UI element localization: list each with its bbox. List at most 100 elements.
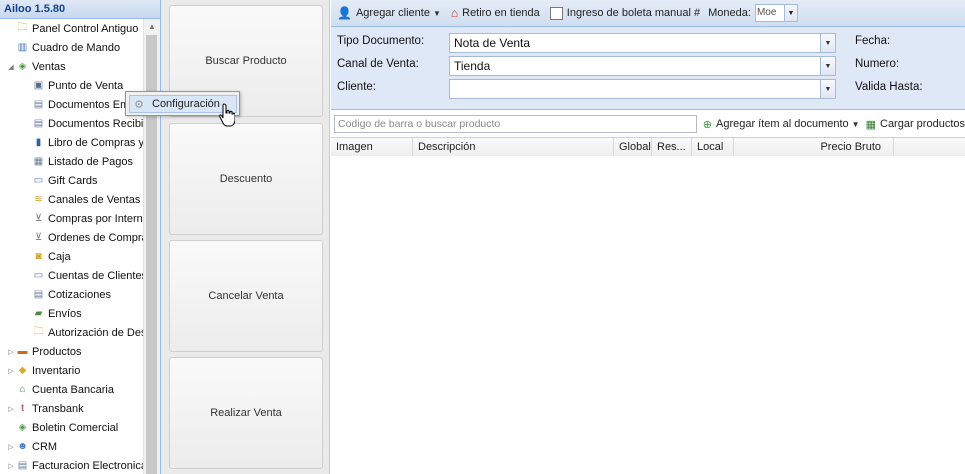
canal-venta-label: Canal de Venta: (337, 58, 419, 70)
navigation-tree: 🗀 Panel Control Antiguo ▥ Cuadro de Mando ◢ ◈… (0, 19, 143, 474)
tree-item-caja[interactable]: ◙ Caja (0, 247, 143, 266)
moneda-select[interactable]: Moe (754, 4, 785, 22)
spreadsheet-icon: ▦ (865, 118, 876, 131)
tree-item-documentos-recibi[interactable]: ▤ Documentos Recibi (0, 114, 143, 133)
hand-cursor-icon (219, 103, 235, 127)
bank-icon: ⌂ (19, 384, 26, 395)
transbank-icon: t (21, 403, 24, 414)
column-header-reservado[interactable]: Res... (652, 138, 692, 156)
tree-item-label: Inventario (32, 364, 81, 377)
tree-item-cuadro-de-mando[interactable]: ▥ Cuadro de Mando (0, 38, 143, 57)
users-icon: ☻ (17, 441, 28, 452)
tree-item-label: Documentos Recibi (48, 117, 143, 130)
tree-item-cotizaciones[interactable]: ▤ Cotizaciones (0, 285, 143, 304)
document-icon: ▤ (17, 460, 28, 471)
scroll-up-icon[interactable]: ▲ (144, 22, 160, 31)
tree-item-label: Cuadro de Mando (32, 41, 121, 54)
tree-item-label: Ordenes de Compra (48, 231, 143, 244)
tree-item-label: Transbank (32, 402, 84, 415)
channels-icon: ≋ (34, 194, 43, 205)
ingreso-boleta-label: Ingreso de boleta manual # (566, 7, 701, 19)
fecha-label: Fecha: (855, 35, 891, 47)
agregar-cliente-button[interactable]: 👤 Agregar cliente ▼ (333, 2, 445, 24)
tree-item-cuentas-de-clientes[interactable]: ▭ Cuentas de Clientes (0, 266, 143, 285)
tree-item-productos[interactable]: ▷ ▬ Productos (0, 342, 143, 361)
collapsed-arrow-icon[interactable]: ▷ (6, 462, 16, 470)
action-button-column: Buscar Producto Descuento Cancelar Venta… (161, 0, 330, 474)
column-header-global[interactable]: Global (614, 138, 652, 156)
tag-icon: ◈ (18, 422, 27, 433)
dropdown-arrow-icon: ▼ (851, 119, 860, 129)
chevron-down-icon[interactable]: ▼ (784, 4, 798, 22)
tree-item-label: Compras por Interne (48, 212, 143, 225)
expanded-arrow-icon[interactable]: ◢ (6, 63, 16, 71)
tree-item-autorizaci-n-de-des[interactable]: 🗀 Autorización de Des (0, 323, 144, 342)
tree-item-label: Listado de Pagos (48, 155, 134, 168)
column-header-precio-bruto[interactable]: Precio Bruto (734, 138, 894, 156)
chevron-down-icon[interactable]: ▼ (820, 57, 835, 75)
folder-icon: 🗀 (33, 326, 44, 337)
realizar-venta-button[interactable]: Realizar Venta (169, 357, 323, 469)
tree-item-panel-control-antiguo[interactable]: 🗀 Panel Control Antiguo (0, 19, 143, 38)
tree-item-facturacion-electronica[interactable]: ▷ ▤ Facturacion Electronica (0, 456, 143, 474)
column-header-descripcion[interactable]: Descripción (413, 138, 614, 156)
cargar-productos-button[interactable]: ▦ Cargar productos (866, 118, 965, 131)
tipo-documento-combo[interactable]: Nota de Venta ▼ (449, 33, 836, 53)
app-title: Ailoo 1.5.80 (0, 0, 160, 19)
tree-item-label: Panel Control Antiguo (32, 22, 139, 35)
retiro-label: Retiro en tienda (462, 7, 540, 19)
tree-item-label: Caja (48, 250, 71, 263)
package-icon: ◆ (18, 365, 27, 376)
tree-item-env-os[interactable]: ▰ Envíos (0, 304, 143, 323)
retiro-en-tienda-button[interactable]: ⌂ Retiro en tienda (447, 2, 544, 24)
tree-item-cuenta-bancaria[interactable]: ⌂ Cuenta Bancaria (0, 380, 143, 399)
collapsed-arrow-icon[interactable]: ▷ (6, 367, 16, 375)
cash-icon: ◙ (35, 251, 42, 262)
column-header-imagen[interactable]: Imagen (331, 138, 413, 156)
descuento-button[interactable]: Descuento (169, 123, 323, 235)
cliente-combo[interactable]: ▼ (449, 79, 836, 99)
tree-scrollbar[interactable]: ▲ (143, 19, 160, 474)
tree-item-canales-de-ventas[interactable]: ≋ Canales de Ventas (0, 190, 143, 209)
tree-item-ordenes-de-compra[interactable]: ⊻ Ordenes de Compra (0, 228, 143, 247)
cancelar-venta-button[interactable]: Cancelar Venta (169, 240, 323, 352)
tree-item-label: Autorización de Des (48, 326, 143, 339)
tree-item-boletin-comercial[interactable]: ◈ Boletin Comercial (0, 418, 143, 437)
tree-item-ventas[interactable]: ◢ ◈ Ventas (0, 57, 143, 76)
tipo-documento-label: Tipo Documento: (337, 35, 425, 47)
tree-item-documentos-em[interactable]: ▤ Documentos Em (0, 95, 143, 114)
tree-item-punto-de-venta[interactable]: ▣ Punto de Venta (0, 76, 143, 95)
tree-item-inventario[interactable]: ▷ ◆ Inventario (0, 361, 143, 380)
product-search-bar: Codigo de barra o buscar producto ⊕ Agre… (331, 112, 965, 136)
agregar-item-button[interactable]: ⊕ Agregar ítem al documento ▼ (703, 118, 860, 131)
canal-venta-combo[interactable]: Tienda ▼ (449, 56, 836, 76)
cliente-label: Cliente: (337, 81, 376, 93)
product-search-input[interactable]: Codigo de barra o buscar producto (334, 115, 697, 133)
tree-item-label: Punto de Venta (48, 79, 124, 92)
collapsed-arrow-icon[interactable]: ▷ (6, 443, 16, 451)
document-icon: ▤ (33, 118, 44, 129)
ingreso-boleta-checkbox[interactable] (549, 6, 563, 20)
tree-item-libro-de-compras-y[interactable]: ▮ Libro de Compras y (0, 133, 143, 152)
tree-item-transbank[interactable]: ▷ t Transbank (0, 399, 143, 418)
chevron-down-icon[interactable]: ▼ (820, 80, 835, 98)
collapsed-arrow-icon[interactable]: ▷ (6, 348, 16, 356)
tree-item-label: Facturacion Electronica (32, 459, 143, 472)
column-header-local[interactable]: Local (692, 138, 734, 156)
tree-item-label: CRM (32, 440, 58, 453)
tree-item-label: Boletin Comercial (32, 421, 119, 434)
agregar-cliente-label: Agregar cliente (355, 7, 430, 19)
tree-item-label: Libro de Compras y (48, 136, 143, 149)
tree-item-compras-por-interne[interactable]: ⊻ Compras por Interne (0, 209, 143, 228)
tree-item-listado-de-pagos[interactable]: ▦ Listado de Pagos (0, 152, 143, 171)
chevron-down-icon[interactable]: ▼ (820, 34, 835, 52)
tree-item-label: Documentos Em (48, 98, 130, 111)
tree-item-gift-cards[interactable]: ▭ Gift Cards (0, 171, 143, 190)
tree-item-label: Cuentas de Clientes (48, 269, 143, 282)
gift-card-icon: ▭ (33, 175, 44, 186)
valida-hasta-label: Valida Hasta: (855, 81, 923, 93)
folder-icon: 🗀 (17, 22, 28, 33)
collapsed-arrow-icon[interactable]: ▷ (6, 405, 16, 413)
tree-item-crm[interactable]: ▷ ☻ CRM (0, 437, 143, 456)
shopping-cart-icon: ⊻ (34, 213, 43, 224)
